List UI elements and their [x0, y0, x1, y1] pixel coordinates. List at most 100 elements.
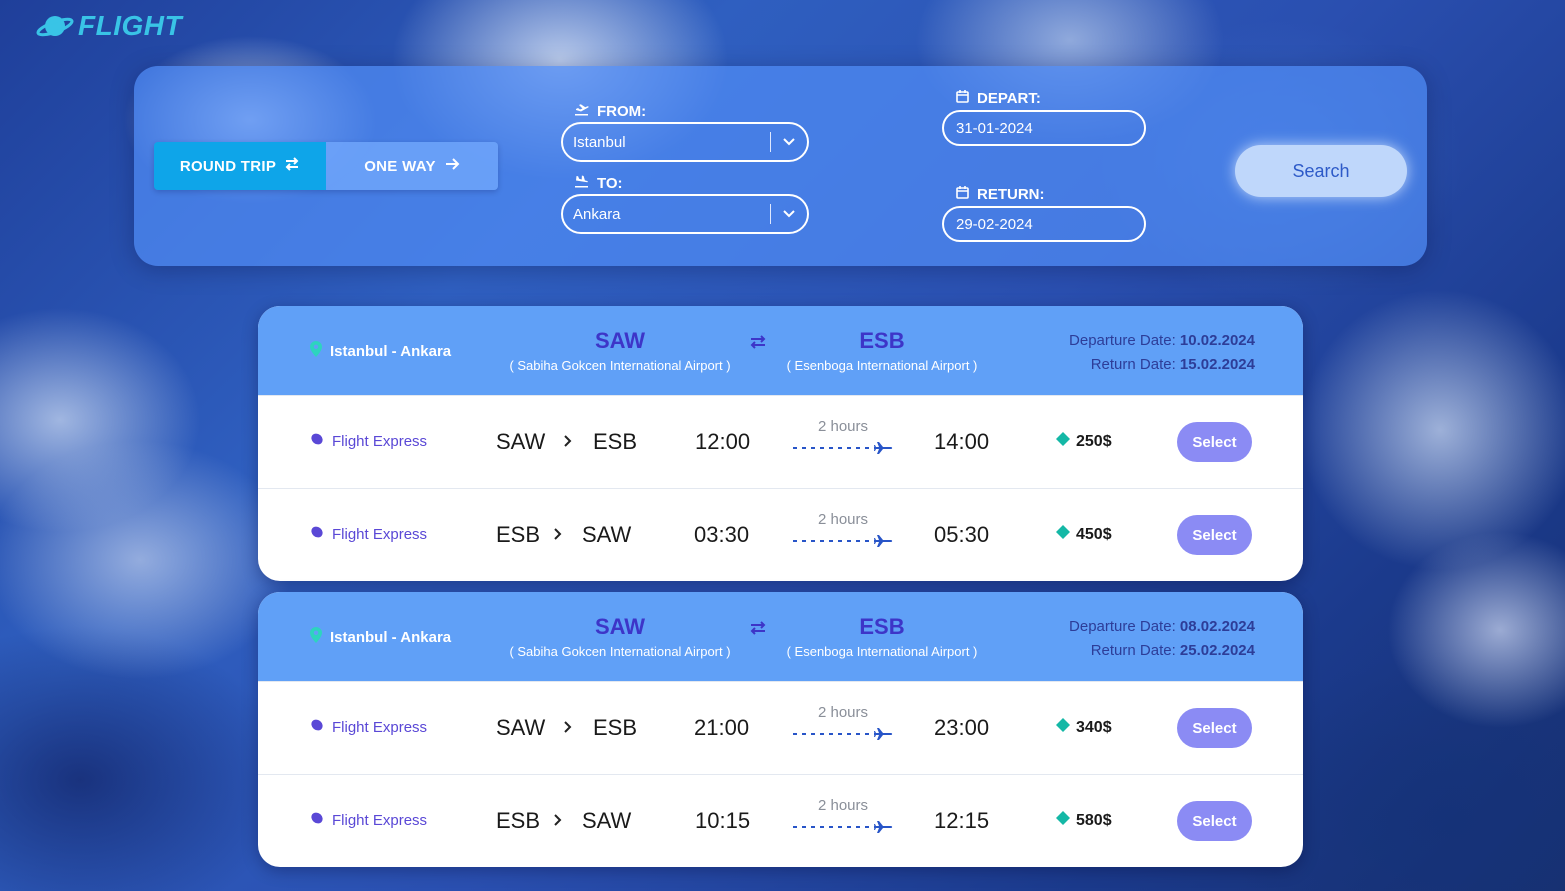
chevron-down-icon[interactable] — [771, 210, 807, 218]
flight-duration: 2 hours — [788, 704, 898, 741]
plane-landing-icon — [574, 174, 589, 192]
destination-airport: ESB ( Esenboga International Airport ) — [787, 326, 978, 373]
app-logo[interactable]: FLIGHT — [36, 10, 182, 42]
departure-date-line: Departure Date: 10.02.2024 — [1069, 332, 1255, 349]
tag-icon — [1056, 525, 1070, 544]
airline-logo-icon — [310, 718, 324, 736]
chevron-right-icon — [564, 720, 572, 738]
tag-icon — [1056, 432, 1070, 451]
search-button[interactable]: Search — [1235, 145, 1407, 197]
from-code: SAW — [496, 715, 546, 740]
route-title: Istanbul - Ankara — [310, 627, 451, 647]
one-way-button[interactable]: ONE WAY — [326, 142, 498, 190]
depart-label: DEPART: — [956, 90, 1041, 107]
chevron-down-icon[interactable] — [771, 138, 807, 146]
logo-text: FLIGHT — [78, 10, 183, 41]
swap-arrows-icon — [750, 333, 766, 356]
origin-code: SAW — [594, 328, 646, 353]
trip-dates: Departure Date: 08.02.2024 Return Date: … — [1069, 615, 1255, 663]
price: 340$ — [1056, 718, 1112, 737]
search-panel: ROUND TRIP ONE WAY FROM: Istanbul TO: An… — [134, 66, 1427, 266]
flight-duration: 2 hours — [788, 797, 898, 834]
dashed-plane-icon — [788, 820, 898, 834]
price: 250$ — [1056, 432, 1112, 451]
from-code: ESB — [496, 522, 541, 547]
airline-logo-icon — [310, 432, 324, 450]
planet-icon — [36, 11, 74, 41]
depart-date-input[interactable]: 31-01-2024 — [942, 110, 1146, 146]
flight-row: Flight Express SAW ESB 21:00 2 hours 23:… — [258, 681, 1303, 774]
to-code: SAW — [582, 808, 632, 833]
return-label: RETURN: — [956, 186, 1045, 203]
select-flight-button[interactable]: Select — [1177, 422, 1252, 462]
to-code: SAW — [582, 522, 632, 547]
card-header: Istanbul - Ankara SAW ( Sabiha Gokcen In… — [258, 306, 1303, 395]
arrival-time: 12:15 — [934, 808, 990, 833]
flight-row: Flight Express SAW ESB 12:00 2 hours 14:… — [258, 395, 1303, 488]
to-code: ESB — [593, 715, 638, 740]
airline-name: Flight Express — [310, 718, 427, 736]
destination-name: ( Esenboga International Airport ) — [786, 358, 978, 373]
plane-takeoff-icon — [574, 102, 589, 120]
airline-name: Flight Express — [310, 432, 427, 450]
map-pin-icon — [310, 341, 322, 361]
departure-time: 21:00 — [694, 715, 750, 740]
arrow-right-icon — [444, 156, 460, 176]
return-date-input[interactable]: 29-02-2024 — [942, 206, 1146, 242]
trip-dates: Departure Date: 10.02.2024 Return Date: … — [1069, 329, 1255, 377]
calendar-icon — [956, 90, 969, 107]
return-date-line: Return Date: 15.02.2024 — [1090, 356, 1255, 373]
trip-type-toggle: ROUND TRIP ONE WAY — [154, 142, 498, 190]
chevron-right-icon — [564, 434, 572, 452]
one-way-label: ONE WAY — [364, 157, 436, 175]
select-flight-button[interactable]: Select — [1177, 515, 1252, 555]
round-trip-button[interactable]: ROUND TRIP — [154, 142, 326, 190]
from-value: Istanbul — [573, 133, 626, 151]
from-code: SAW — [496, 429, 546, 454]
swap-arrows-icon — [750, 619, 766, 642]
tag-icon — [1056, 718, 1070, 737]
calendar-icon — [956, 186, 969, 203]
round-trip-label: ROUND TRIP — [179, 157, 277, 175]
origin-name: ( Sabiha Gokcen International Airport ) — [509, 358, 731, 373]
flight-row: Flight Express ESB SAW 03:30 2 hours 05:… — [258, 488, 1303, 581]
price: 450$ — [1056, 525, 1112, 544]
dashed-plane-icon — [788, 727, 898, 741]
dashed-plane-icon — [788, 534, 898, 548]
arrival-time: 05:30 — [934, 522, 990, 547]
result-card: Istanbul - Ankara SAW ( Sabiha Gokcen In… — [258, 306, 1303, 581]
chevron-right-icon — [554, 527, 562, 545]
destination-airport: ESB ( Esenboga International Airport ) — [787, 612, 978, 659]
from-label: FROM: — [574, 102, 646, 120]
card-header: Istanbul - Ankara SAW ( Sabiha Gokcen In… — [258, 592, 1303, 681]
result-card: Istanbul - Ankara SAW ( Sabiha Gokcen In… — [258, 592, 1303, 867]
tag-icon — [1056, 811, 1070, 830]
airline-logo-icon — [310, 525, 324, 543]
select-flight-button[interactable]: Select — [1177, 708, 1252, 748]
departure-time: 03:30 — [694, 522, 750, 547]
to-value: Ankara — [573, 205, 621, 223]
arrival-time: 14:00 — [934, 429, 990, 454]
airline-name: Flight Express — [310, 811, 427, 829]
origin-airport: SAW ( Sabiha Gokcen International Airpor… — [509, 612, 730, 659]
departure-time: 10:15 — [695, 808, 751, 833]
origin-name: ( Sabiha Gokcen International Airport ) — [509, 644, 731, 659]
swap-arrows-icon — [284, 156, 300, 176]
dashed-plane-icon — [788, 441, 898, 455]
to-label: TO: — [574, 174, 623, 192]
flight-row: Flight Express ESB SAW 10:15 2 hours 12:… — [258, 774, 1303, 867]
chevron-right-icon — [554, 813, 562, 831]
to-select[interactable]: Ankara — [561, 194, 809, 234]
arrival-time: 23:00 — [934, 715, 990, 740]
flight-duration: 2 hours — [788, 511, 898, 548]
origin-code: SAW — [594, 614, 646, 639]
map-pin-icon — [310, 627, 322, 647]
from-select[interactable]: Istanbul — [561, 122, 809, 162]
select-flight-button[interactable]: Select — [1177, 801, 1252, 841]
airline-name: Flight Express — [310, 525, 427, 543]
airline-logo-icon — [310, 811, 324, 829]
destination-code: ESB — [859, 614, 905, 639]
return-date-line: Return Date: 25.02.2024 — [1090, 642, 1255, 659]
destination-name: ( Esenboga International Airport ) — [786, 644, 978, 659]
origin-airport: SAW ( Sabiha Gokcen International Airpor… — [509, 326, 730, 373]
